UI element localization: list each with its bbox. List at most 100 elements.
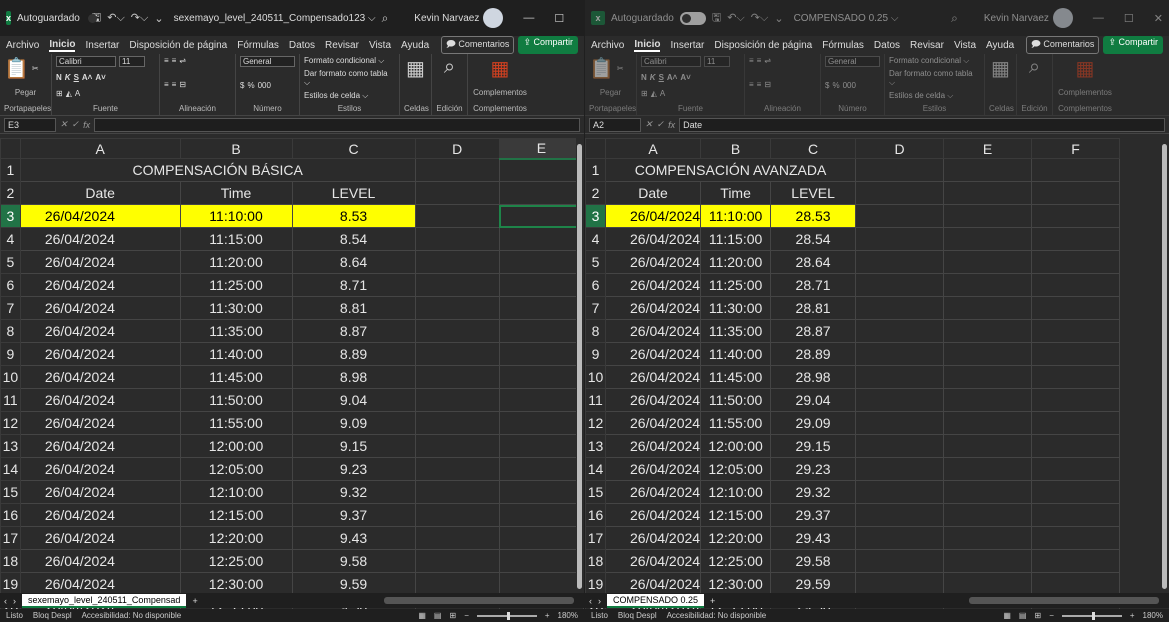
cell[interactable]: [414, 319, 500, 343]
formula-input[interactable]: Date: [679, 117, 1165, 132]
cell[interactable]: [943, 342, 1033, 366]
tab-7[interactable]: Vista: [369, 40, 391, 51]
redo-icon[interactable]: ↷⌵: [131, 11, 149, 25]
editing-search-icon[interactable]: ⌕: [1021, 56, 1048, 79]
cut-icon[interactable]: ✂: [617, 64, 624, 73]
format-as-table-button[interactable]: Dar formato como tabla ⌵: [304, 69, 395, 88]
cell[interactable]: 26/04/2024: [19, 503, 181, 527]
cell[interactable]: 26/04/2024: [19, 273, 181, 297]
cell[interactable]: 26/04/2024: [19, 434, 181, 458]
cell[interactable]: [1031, 319, 1121, 343]
cell[interactable]: 29.32: [770, 480, 857, 504]
wrap-icon[interactable]: ⇌: [764, 56, 771, 65]
cell[interactable]: [855, 273, 945, 297]
prev-sheet-icon[interactable]: ‹: [4, 596, 7, 606]
cell[interactable]: 26/04/2024: [604, 365, 702, 389]
file-name[interactable]: sexemayo_level_240511_Compensado123 ⌵: [174, 13, 376, 24]
cell[interactable]: [498, 158, 584, 182]
cell[interactable]: 9.09: [291, 411, 416, 435]
tab-6[interactable]: Revisar: [325, 40, 359, 51]
addins-button-label[interactable]: Complementos: [472, 88, 528, 97]
cell[interactable]: [498, 388, 584, 412]
cell[interactable]: [855, 204, 945, 228]
cell[interactable]: 26/04/2024: [19, 250, 181, 274]
cell[interactable]: 26/04/2024: [604, 296, 702, 320]
font-name-select[interactable]: Calibri: [56, 56, 116, 67]
cell[interactable]: 26/04/2024: [604, 434, 702, 458]
row-header[interactable]: 4: [0, 227, 21, 251]
maximize-icon[interactable]: ☐: [1124, 12, 1134, 25]
cell[interactable]: [1031, 273, 1121, 297]
number-format-select[interactable]: General: [240, 56, 295, 67]
cell[interactable]: 11:35:00: [700, 319, 772, 343]
cell[interactable]: [943, 526, 1033, 550]
undo-icon[interactable]: ↶⌵: [107, 11, 125, 25]
cell[interactable]: 29.15: [770, 434, 857, 458]
align-middle-icon[interactable]: ≡: [757, 56, 762, 65]
tab-4[interactable]: Fórmulas: [822, 40, 864, 51]
cell[interactable]: 29.58: [770, 549, 857, 573]
cell[interactable]: 9.32: [291, 480, 416, 504]
cell[interactable]: 11:15:00: [179, 227, 293, 251]
font-size-select[interactable]: 11: [119, 56, 145, 67]
cell[interactable]: 8.98: [291, 365, 416, 389]
cell[interactable]: [855, 250, 945, 274]
column-header[interactable]: B: [179, 138, 293, 159]
align-center-icon[interactable]: ≡: [172, 80, 177, 89]
cell[interactable]: 11:25:00: [179, 273, 293, 297]
cell[interactable]: [1031, 204, 1121, 228]
cell[interactable]: 26/04/2024: [19, 480, 181, 504]
zoom-in-icon[interactable]: +: [545, 611, 550, 620]
search-icon[interactable]: ⌕: [951, 11, 958, 26]
cell[interactable]: 11:50:00: [179, 388, 293, 412]
italic-icon[interactable]: K: [65, 73, 71, 82]
format-as-table-button[interactable]: Dar formato como tabla ⌵: [889, 69, 980, 88]
addins-icon[interactable]: ▦: [1057, 56, 1113, 81]
conditional-format-button[interactable]: Formato condicional ⌵: [304, 56, 395, 66]
cell[interactable]: 29.09: [770, 411, 857, 435]
cell[interactable]: [855, 388, 945, 412]
zoom-level[interactable]: 180%: [1143, 611, 1163, 620]
enter-icon[interactable]: ✓: [657, 119, 665, 130]
cell[interactable]: [498, 319, 584, 343]
row-header[interactable]: 2: [585, 181, 606, 205]
cell[interactable]: 8.81: [291, 296, 416, 320]
cell[interactable]: [855, 457, 945, 481]
cell[interactable]: [414, 549, 500, 573]
next-sheet-icon[interactable]: ›: [13, 596, 16, 606]
cell[interactable]: 11:20:00: [179, 250, 293, 274]
cell[interactable]: [855, 342, 945, 366]
cell[interactable]: 9.23: [291, 457, 416, 481]
prev-sheet-icon[interactable]: ‹: [589, 596, 592, 606]
cell[interactable]: 8.53: [291, 204, 416, 228]
cell[interactable]: [943, 204, 1033, 228]
page-layout-icon[interactable]: ▤: [434, 611, 442, 620]
page-break-icon[interactable]: ⊞: [449, 611, 456, 620]
cell[interactable]: 28.98: [770, 365, 857, 389]
tab-5[interactable]: Datos: [874, 40, 900, 51]
cell[interactable]: 28.53: [770, 204, 857, 228]
font-size-select[interactable]: 11: [704, 56, 730, 67]
row-header[interactable]: 10: [585, 365, 606, 389]
addins-icon[interactable]: ▦: [472, 56, 528, 81]
cell[interactable]: [414, 503, 500, 527]
cell[interactable]: 26/04/2024: [19, 549, 181, 573]
cell[interactable]: [855, 411, 945, 435]
cut-icon[interactable]: ✂: [32, 64, 39, 73]
cell[interactable]: [943, 319, 1033, 343]
normal-view-icon[interactable]: ▦: [1003, 611, 1011, 620]
cell[interactable]: [498, 365, 584, 389]
cell[interactable]: [943, 181, 1033, 205]
cell[interactable]: 9.37: [291, 503, 416, 527]
cell[interactable]: 28.87: [770, 319, 857, 343]
currency-icon[interactable]: $: [825, 81, 829, 90]
thousands-icon[interactable]: 000: [258, 81, 271, 90]
cell[interactable]: [498, 181, 584, 205]
cell[interactable]: 26/04/2024: [19, 457, 181, 481]
row-header[interactable]: 14: [0, 457, 21, 481]
cell[interactable]: 9.04: [291, 388, 416, 412]
cell[interactable]: 12:25:00: [179, 549, 293, 573]
save-icon[interactable]: 🖫: [712, 9, 721, 28]
vertical-scrollbar[interactable]: [576, 138, 584, 593]
cell[interactable]: [1031, 388, 1121, 412]
